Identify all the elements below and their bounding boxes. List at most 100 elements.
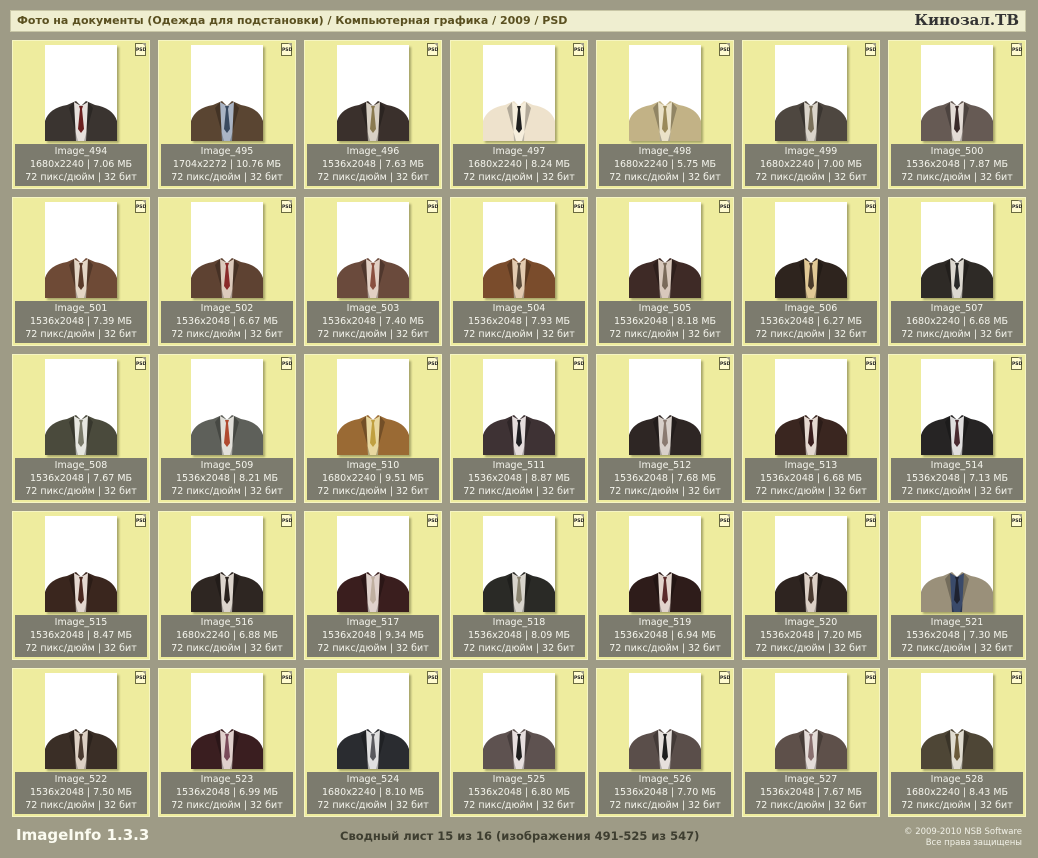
thumbnail-cell[interactable]: PSD Image_522 1536x2048 | 7.50 МБ 72 пикс/д… [12,668,150,817]
image-info-panel: Image_496 1536x2048 | 7.63 МБ 72 пикс/дюйм… [307,144,439,186]
thumbnail-cell[interactable]: PSD Image_501 1536x2048 | 7.39 МБ 72 пикс/д… [12,197,150,346]
image-resolution: 72 пикс/дюйм | 32 бит [317,172,429,183]
thumbnail-cell[interactable]: PSD Image_494 1680x2240 | 7.06 МБ 72 пикс/д… [12,40,150,189]
image-resolution: 72 пикс/дюйм | 32 бит [463,172,575,183]
thumbnail-image[interactable] [483,359,555,455]
thumbnail-image[interactable] [191,359,263,455]
image-name: Image_501 [54,303,108,314]
thumbnail-image[interactable] [337,516,409,612]
thumbnail-cell[interactable]: PSD Image_507 1680x2240 | 6.68 МБ 72 пикс/д… [888,197,1026,346]
thumbnail-cell[interactable]: PSD Image_527 1536x2048 | 7.67 МБ 72 пикс/д… [742,668,880,817]
thumbnail-cell[interactable]: PSD Image_521 1536x2048 | 7.30 МБ 72 пикс/д… [888,511,1026,660]
image-info-panel: Image_528 1680x2240 | 8.43 МБ 72 пикс/дюйм… [891,772,1023,814]
thumbnail-image[interactable] [629,45,701,141]
image-info-panel: Image_521 1536x2048 | 7.30 МБ 72 пикс/дюйм… [891,615,1023,657]
image-info-panel: Image_524 1680x2240 | 8.10 МБ 72 пикс/дюйм… [307,772,439,814]
thumbnail-cell[interactable]: PSD Image_524 1680x2240 | 8.10 МБ 72 пикс/д… [304,668,442,817]
image-dimensions: 1536x2048 | 7.20 МБ [759,630,863,641]
thumbnail-cell[interactable]: PSD Image_500 1536x2048 | 7.87 МБ 72 пикс/д… [888,40,1026,189]
thumbnail-cell[interactable]: PSD Image_520 1536x2048 | 7.20 МБ 72 пикс/д… [742,511,880,660]
thumbnail-cell[interactable]: PSD Image_504 1536x2048 | 7.93 МБ 72 пикс/д… [450,197,588,346]
image-info-panel: Image_500 1536x2048 | 7.87 МБ 72 пикс/дюйм… [891,144,1023,186]
image-info-panel: Image_527 1536x2048 | 7.67 МБ 72 пикс/дюйм… [745,772,877,814]
psd-file-icon: PSD [719,43,730,56]
image-info-panel: Image_510 1680x2240 | 9.51 МБ 72 пикс/дюйм… [307,458,439,500]
image-info-panel: Image_513 1536x2048 | 6.68 МБ 72 пикс/дюйм… [745,458,877,500]
thumbnail-image[interactable] [45,516,117,612]
thumbnail-image[interactable] [337,359,409,455]
image-name: Image_500 [930,146,984,157]
thumbnail-cell[interactable]: PSD Image_519 1536x2048 | 6.94 МБ 72 пикс/д… [596,511,734,660]
thumbnail-image[interactable] [629,516,701,612]
thumbnail-cell[interactable]: PSD Image_499 1680x2240 | 7.00 МБ 72 пикс/д… [742,40,880,189]
thumbnail-cell[interactable]: PSD Image_528 1680x2240 | 8.43 МБ 72 пикс/д… [888,668,1026,817]
thumbnail-image[interactable] [45,673,117,769]
psd-file-icon: PSD [719,514,730,527]
thumbnail-cell[interactable]: PSD Image_517 1536x2048 | 9.34 МБ 72 пикс/д… [304,511,442,660]
image-resolution: 72 пикс/дюйм | 32 бит [755,800,867,811]
thumbnail-image[interactable] [337,202,409,298]
thumbnail-image[interactable] [921,359,993,455]
thumbnail-cell[interactable]: PSD Image_526 1536x2048 | 7.70 МБ 72 пикс/д… [596,668,734,817]
thumbnail-image[interactable] [483,45,555,141]
thumbnail-image[interactable] [629,673,701,769]
psd-file-icon: PSD [281,357,292,370]
image-name: Image_512 [638,460,692,471]
thumbnail-image[interactable] [191,45,263,141]
thumbnail-cell[interactable]: PSD Image_508 1536x2048 | 7.67 МБ 72 пикс/д… [12,354,150,503]
thumbnail-image[interactable] [483,202,555,298]
thumbnail-image[interactable] [483,673,555,769]
thumbnail-image[interactable] [191,516,263,612]
thumbnail-cell[interactable]: PSD Image_516 1680x2240 | 6.88 МБ 72 пикс/д… [158,511,296,660]
thumbnail-image[interactable] [191,673,263,769]
thumbnail-image[interactable] [921,202,993,298]
image-resolution: 72 пикс/дюйм | 32 бит [463,486,575,497]
image-resolution: 72 пикс/дюйм | 32 бит [25,172,137,183]
thumbnail-image[interactable] [629,359,701,455]
thumbnail-image[interactable] [775,202,847,298]
thumbnail-image[interactable] [775,45,847,141]
image-name: Image_494 [54,146,108,157]
thumbnail-cell[interactable]: PSD Image_510 1680x2240 | 9.51 МБ 72 пикс/д… [304,354,442,503]
thumbnail-image[interactable] [629,202,701,298]
thumbnail-image[interactable] [921,45,993,141]
image-resolution: 72 пикс/дюйм | 32 бит [901,643,1013,654]
thumbnail-cell[interactable]: PSD Image_506 1536x2048 | 6.27 МБ 72 пикс/д… [742,197,880,346]
thumbnail-cell[interactable]: PSD Image_505 1536x2048 | 8.18 МБ 72 пикс/д… [596,197,734,346]
thumbnail-cell[interactable]: PSD Image_511 1536x2048 | 8.87 МБ 72 пикс/д… [450,354,588,503]
thumbnail-image[interactable] [483,516,555,612]
thumbnail-cell[interactable]: PSD Image_496 1536x2048 | 7.63 МБ 72 пикс/д… [304,40,442,189]
thumbnail-cell[interactable]: PSD Image_509 1536x2048 | 8.21 МБ 72 пикс/д… [158,354,296,503]
thumbnail-image[interactable] [45,45,117,141]
thumbnail-cell[interactable]: PSD Image_502 1536x2048 | 6.67 МБ 72 пикс/д… [158,197,296,346]
thumbnail-image[interactable] [775,673,847,769]
image-info-panel: Image_509 1536x2048 | 8.21 МБ 72 пикс/дюйм… [161,458,293,500]
thumbnail-cell[interactable]: PSD Image_498 1680x2240 | 5.75 МБ 72 пикс/д… [596,40,734,189]
image-dimensions: 1680x2240 | 5.75 МБ [613,159,717,170]
thumbnail-cell[interactable]: PSD Image_497 1680x2240 | 8.24 МБ 72 пикс/д… [450,40,588,189]
thumbnail-image[interactable] [337,45,409,141]
thumbnail-image[interactable] [775,359,847,455]
thumbnail-cell[interactable]: PSD Image_503 1536x2048 | 7.40 МБ 72 пикс/д… [304,197,442,346]
thumbnail-cell[interactable]: PSD Image_495 1704x2272 | 10.76 МБ 72 пикс/… [158,40,296,189]
thumbnail-image[interactable] [337,673,409,769]
image-name: Image_510 [346,460,400,471]
thumbnail-image[interactable] [191,202,263,298]
thumbnail-cell[interactable]: PSD Image_513 1536x2048 | 6.68 МБ 72 пикс/д… [742,354,880,503]
thumbnail-image[interactable] [45,359,117,455]
thumbnail-cell[interactable]: PSD Image_515 1536x2048 | 8.47 МБ 72 пикс/д… [12,511,150,660]
thumbnail-cell[interactable]: PSD Image_512 1536x2048 | 7.68 МБ 72 пикс/д… [596,354,734,503]
thumbnail-cell[interactable]: PSD Image_514 1536x2048 | 7.13 МБ 72 пикс/д… [888,354,1026,503]
image-name: Image_520 [784,617,838,628]
thumbnail-image[interactable] [45,202,117,298]
image-name: Image_497 [492,146,546,157]
psd-file-icon: PSD [281,514,292,527]
image-name: Image_502 [200,303,254,314]
thumbnail-image[interactable] [775,516,847,612]
thumbnail-image[interactable] [921,516,993,612]
thumbnail-cell[interactable]: PSD Image_518 1536x2048 | 8.09 МБ 72 пикс/д… [450,511,588,660]
thumbnail-cell[interactable]: PSD Image_525 1536x2048 | 6.80 МБ 72 пикс/д… [450,668,588,817]
psd-file-icon: PSD [573,200,584,213]
thumbnail-image[interactable] [921,673,993,769]
thumbnail-cell[interactable]: PSD Image_523 1536x2048 | 6.99 МБ 72 пикс/д… [158,668,296,817]
